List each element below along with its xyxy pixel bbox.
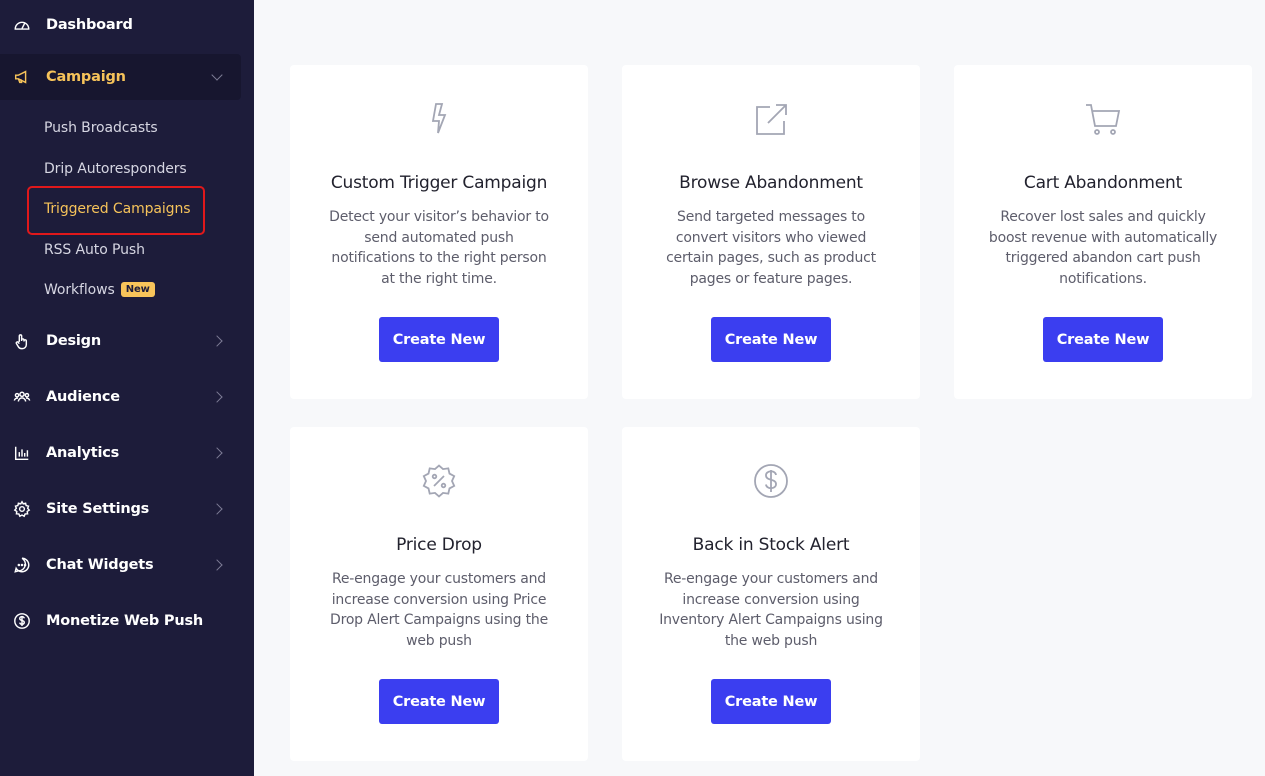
sidebar-item-dashboard[interactable]: Dashboard [0, 2, 241, 48]
card-description: Re-engage your customers and increase co… [329, 571, 548, 649]
sidebar-item-label: Audience [46, 389, 120, 405]
chevron-right-icon [211, 559, 223, 571]
new-badge: New [120, 282, 155, 297]
sidebar-subitem-drip-autoresponders[interactable]: Drip Autoresponders [44, 161, 187, 177]
users-icon [12, 387, 32, 407]
campaign-card-cart-abandonment: Cart Abandonment Recover lost sales and … [954, 65, 1252, 399]
dollar-circle-icon [751, 461, 791, 501]
dashboard-icon [12, 15, 32, 35]
sidebar-item-analytics[interactable]: Analytics [0, 430, 241, 476]
sidebar-subitem-workflows[interactable]: Workflows New [44, 282, 155, 298]
lightning-icon [419, 99, 459, 139]
card-description: Recover lost sales and quickly boost rev… [988, 209, 1218, 287]
sidebar-subitem-rss-auto-push[interactable]: RSS Auto Push [44, 242, 145, 258]
chevron-right-icon [211, 335, 223, 347]
megaphone-icon [12, 67, 32, 87]
sidebar-subitem-label: Workflows [44, 282, 115, 298]
create-new-button[interactable]: Create New [711, 679, 831, 724]
cart-icon [1083, 99, 1123, 139]
chevron-right-icon [211, 503, 223, 515]
highlight-annotation [27, 186, 205, 235]
hand-pointer-icon [12, 331, 32, 351]
dollar-icon [12, 611, 32, 631]
sidebar-item-campaign[interactable]: Campaign [0, 54, 241, 100]
campaign-card-custom-trigger: Custom Trigger Campaign Detect your visi… [290, 65, 588, 399]
sidebar-item-label: Monetize Web Push [46, 613, 204, 629]
card-title: Price Drop [396, 535, 482, 555]
card-title: Cart Abandonment [1023, 173, 1183, 193]
create-new-button[interactable]: Create New [711, 317, 831, 362]
sidebar-item-label: Chat Widgets [46, 557, 154, 573]
chevron-right-icon [211, 391, 223, 403]
gear-icon [12, 499, 32, 519]
external-link-icon [751, 99, 791, 139]
sidebar-item-label: Design [46, 333, 101, 349]
chat-icon [12, 555, 32, 575]
percent-badge-icon [419, 461, 459, 501]
card-description: Send targeted messages to convert visito… [666, 209, 876, 287]
sidebar-item-label: Dashboard [46, 17, 133, 33]
card-title: Back in Stock Alert [692, 535, 850, 555]
create-new-button[interactable]: Create New [379, 317, 499, 362]
campaign-card-browse-abandonment: Browse Abandonment Send targeted message… [622, 65, 920, 399]
chevron-down-icon [211, 69, 223, 81]
sidebar-item-label: Analytics [46, 445, 120, 461]
card-title: Custom Trigger Campaign [330, 173, 548, 193]
sidebar-subitem-push-broadcasts[interactable]: Push Broadcasts [44, 120, 158, 136]
chevron-right-icon [211, 447, 223, 459]
card-description: Re-engage your customers and increase co… [659, 571, 883, 649]
sidebar-item-audience[interactable]: Audience [0, 374, 241, 420]
campaign-card-back-in-stock: Back in Stock Alert Re-engage your custo… [622, 427, 920, 761]
sidebar-item-label: Site Settings [46, 501, 150, 517]
create-new-button[interactable]: Create New [379, 679, 499, 724]
sidebar-item-label: Campaign [46, 69, 126, 85]
create-new-button[interactable]: Create New [1043, 317, 1163, 362]
sidebar-item-site-settings[interactable]: Site Settings [0, 486, 241, 532]
sidebar: Dashboard Campaign Push Broadcasts Drip … [0, 0, 254, 776]
bar-chart-icon [12, 443, 32, 463]
sidebar-item-design[interactable]: Design [0, 318, 241, 364]
campaign-card-price-drop: Price Drop Re-engage your customers and … [290, 427, 588, 761]
card-description: Detect your visitor’s behavior to send a… [329, 209, 549, 287]
card-title: Browse Abandonment [679, 173, 863, 193]
sidebar-item-monetize-web-push[interactable]: Monetize Web Push [0, 598, 241, 644]
sidebar-item-chat-widgets[interactable]: Chat Widgets [0, 542, 241, 588]
